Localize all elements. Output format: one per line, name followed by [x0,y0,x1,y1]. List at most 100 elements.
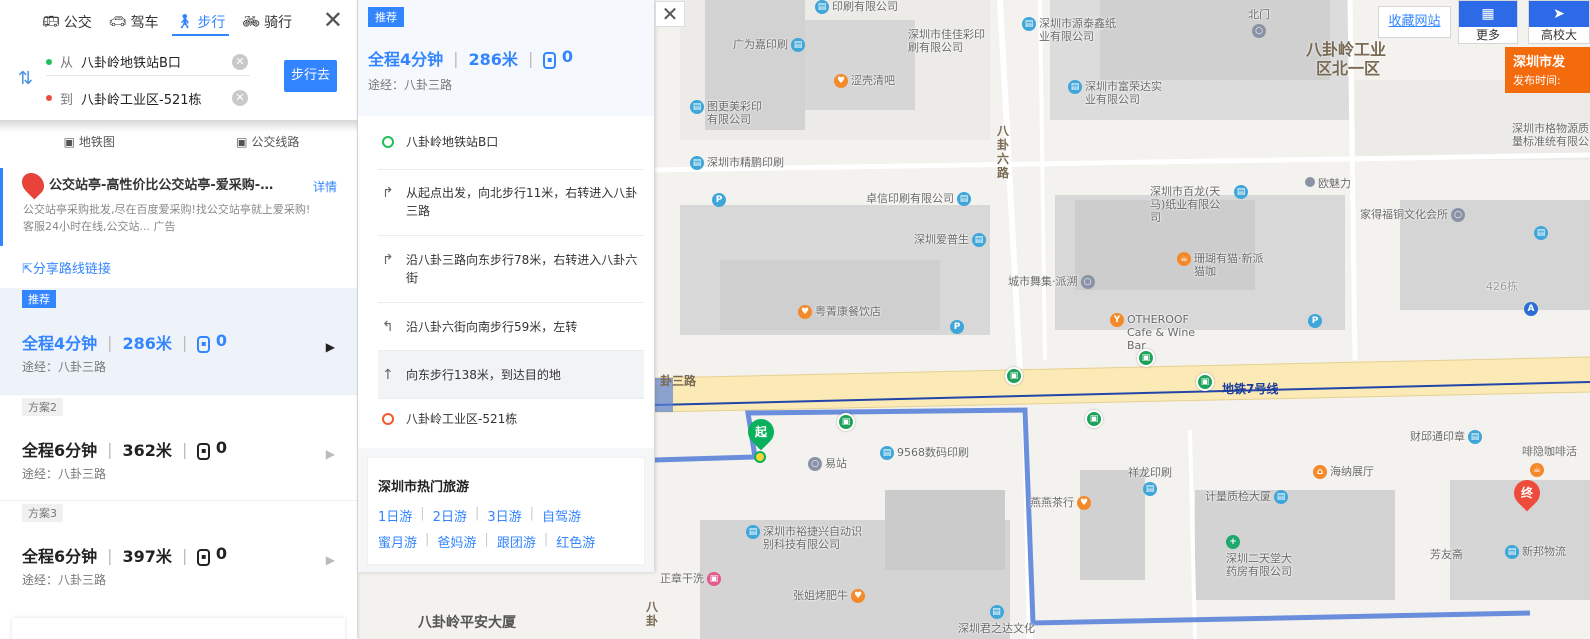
tour-link[interactable]: 3日游 [479,506,529,525]
more-button[interactable]: ▦ 更多 [1458,0,1518,44]
map-poi[interactable]: ▤ 深圳君之达文化 [958,605,1035,635]
chevron-right-icon[interactable]: ▶ [326,553,335,567]
bus-stop-icon[interactable]: ▣ [1005,367,1023,385]
map-poi[interactable]: 张姐烤肥牛 ♥ [793,589,865,603]
tour-link[interactable]: 2日游 [425,506,475,525]
map-poi[interactable]: 深圳市格物源质量标准统有限公 [1512,122,1590,148]
destination-input[interactable]: 八卦岭工业区-521栋 [81,89,232,108]
transfer-icon: ▪ [197,443,211,460]
route-plan-3[interactable]: 方案3 全程6分钟 | 397米 | ▪ 0 途经：八卦三路 ▶ [0,500,357,606]
route-plan-2[interactable]: 方案2 全程6分钟 | 362米 | ▪ 0 途经：八卦三路 ▶ [0,394,357,500]
map-poi[interactable]: 祥龙印刷 ▤ [1128,466,1172,496]
tour-link[interactable]: 自驾游 [534,506,589,525]
map-poi[interactable]: ▤ 深圳市富荣达实业有限公司 [1068,80,1163,106]
map-poi-icon[interactable]: ▤ [1534,226,1548,240]
destination-field[interactable]: 到 八卦岭工业区-521栋 ✕ [46,84,250,112]
map-poi[interactable]: 城市舞集·派溯 ○ [1008,275,1095,289]
university-button[interactable]: ➤ 高校大 [1528,0,1590,44]
poi-icon: ○ [1252,24,1266,38]
map-poi[interactable]: 卓信印刷有限公司 ▤ [866,192,971,206]
route-end-pin[interactable]: 终 [1508,474,1546,512]
swap-direction-icon[interactable]: ⇅ [18,68,33,89]
bus-stop-icon[interactable]: ▣ [837,413,855,431]
map-poi[interactable]: ▤ 印刷有限公司 [815,0,898,14]
poi-icon: ▤ [746,525,760,539]
map-poi[interactable]: 欧魅力 [1305,177,1351,190]
share-route-link[interactable]: ⇱分享路线链接 [22,258,111,277]
route-detail-panel: 推荐 全程4分钟 | 286米 | ▪ 0 途经：八卦三路 八卦岭地铁站B口 ↱ 从… [358,0,654,572]
bus-stop-icon[interactable]: ▣ [1137,349,1155,367]
bus-stop-icon[interactable]: ▣ [1196,373,1214,391]
tour-link[interactable]: 爸妈游 [429,532,484,551]
map-poi[interactable]: + 深圳二天堂大药房有限公司 [1226,535,1301,578]
origin-field[interactable]: 从 八卦岭地铁站B口 ✕ [46,48,250,76]
map-poi[interactable]: 426栋 [1486,280,1518,293]
origin-input[interactable]: 八卦岭地铁站B口 [81,52,232,71]
map-poi[interactable]: 芳友斋 [1430,548,1463,561]
map-poi[interactable]: ○ 易站 [808,457,847,471]
ad-title[interactable]: 公交站亭-高性价比公交站亭-爱采购-品... [23,174,278,193]
map-poi[interactable]: ▤ 深圳市裕捷兴自动识别科技有限公司 [746,525,866,551]
tab-bus-lines[interactable]: ▣ 公交线路 [179,133,358,150]
map-poi[interactable]: 燕燕茶行 ♥ [1030,496,1091,510]
map-poi[interactable]: ▤ 深圳市精鹏印刷 [690,156,784,170]
bike-icon: 🚲︎ [242,14,261,30]
map-poi[interactable]: 计量质检大厦 ▤ [1205,490,1288,504]
step-start[interactable]: 八卦岭地铁站B口 [378,116,644,170]
plan-summary: 全程4分钟 | 286米 | ▪ 0 [22,331,228,353]
walk-go-button[interactable]: 步行去 [284,60,337,92]
map-poi[interactable]: 财邱通印章 ▤ [1410,430,1482,444]
map-poi[interactable]: 北门 ○ [1248,8,1270,38]
tour-link[interactable]: 跟团游 [489,532,544,551]
step-item[interactable]: ↑ 向东步行138米，到达目的地 [378,351,644,399]
tab-bus[interactable]: 🚌︎ 公交 [42,0,92,44]
chevron-right-icon[interactable]: ▶ [326,447,335,461]
map-poi[interactable]: ▤ 新邦物流 [1505,545,1566,559]
bus-stop-icon[interactable]: ▣ [1085,410,1103,428]
tour-link[interactable]: 红色游 [548,532,603,551]
ad-card[interactable]: 公交站亭-高性价比公交站亭-爱采购-品... 详情 公交站亭采购批发,尽在百度爱… [0,168,357,246]
tab-walk[interactable]: 🚶︎ 步行 [171,0,230,44]
map-poi[interactable]: 啡隐咖啡活 [1522,445,1577,458]
cafe-icon[interactable]: ☕ [1530,463,1544,477]
route-plan-1[interactable]: 推荐 全程4分钟 | 286米 | ▪ 0 途经：八卦三路 ▶ [0,288,357,394]
map-poi[interactable]: 深圳市百龙(天马)纸业有限公司 ▤ [1150,185,1248,224]
step-item[interactable]: ↱ 从起点出发，向北步行11米，右转进入八卦三路 [378,170,644,236]
tour-link[interactable]: 1日游 [378,506,420,525]
map-poi[interactable]: ⌂ 海纳展厅 [1313,465,1374,479]
map-poi[interactable]: ♥ 粤菁康餐饮店 [798,305,881,319]
close-detail-icon[interactable]: ✕ [655,1,685,27]
map-poi[interactable]: 深圳爱普生 ▤ [914,233,986,247]
weather-warning-banner[interactable]: 深圳市发 发布时间: [1505,47,1590,93]
map-poi[interactable]: Y OTHEROOF Cafe & Wine Bar [1110,313,1210,352]
parking-icon[interactable]: P [950,320,964,334]
ad-detail-link[interactable]: 详情 [313,178,337,195]
map-poi[interactable]: 广为嘉印刷 ▤ [733,38,805,52]
route-start-pin[interactable]: 起 [742,413,780,451]
map-poi[interactable]: 家得福铜文化会所 ○ [1360,208,1465,222]
map-poi[interactable]: 深圳市佳佳彩印刷有限公司 [908,28,993,54]
tour-link[interactable]: 蜜月游 [378,532,425,551]
clear-destination-icon[interactable]: ✕ [232,90,248,106]
map-poi[interactable]: 正章干洗 ▣ [660,572,721,586]
map-poi[interactable]: ▤ 图更美彩印有限公司 [690,100,770,126]
atm-icon[interactable]: A [1524,302,1538,316]
chevron-right-icon[interactable]: ▶ [326,340,335,354]
favorite-site-link[interactable]: 收藏网站 [1378,6,1451,38]
map-poi[interactable]: ▤ 深圳市源泰鑫纸业有限公司 [1022,17,1117,43]
step-item[interactable]: ↱ 沿八卦三路向东步行78米，右转进入八卦六街 [378,236,644,303]
parking-icon[interactable]: P [1308,314,1322,328]
tab-subway-map[interactable]: ▣ 地铁图 [0,133,179,150]
flag-icon: ➤ [1529,1,1589,27]
tab-car[interactable]: 🚗︎ 驾车 [109,0,159,44]
map-poi[interactable]: ▤ 9568数码印刷 [880,446,969,460]
map-poi[interactable]: ♥ 涩壳清吧 [834,74,895,88]
parking-icon[interactable]: P [712,193,726,207]
road-label-bagua-3: 卦三路 [660,374,697,388]
step-end[interactable]: 八卦岭工业区-521栋 [378,399,644,441]
map-poi[interactable]: ☕ 珊瑚有猫·新派猫咖 [1177,252,1267,278]
tab-bike[interactable]: 🚲︎ 骑行 [242,0,292,44]
clear-origin-icon[interactable]: ✕ [232,53,248,70]
close-icon[interactable]: ✕ [323,8,343,32]
step-item[interactable]: ↰ 沿八卦六街向南步行59米，左转 [378,303,644,351]
